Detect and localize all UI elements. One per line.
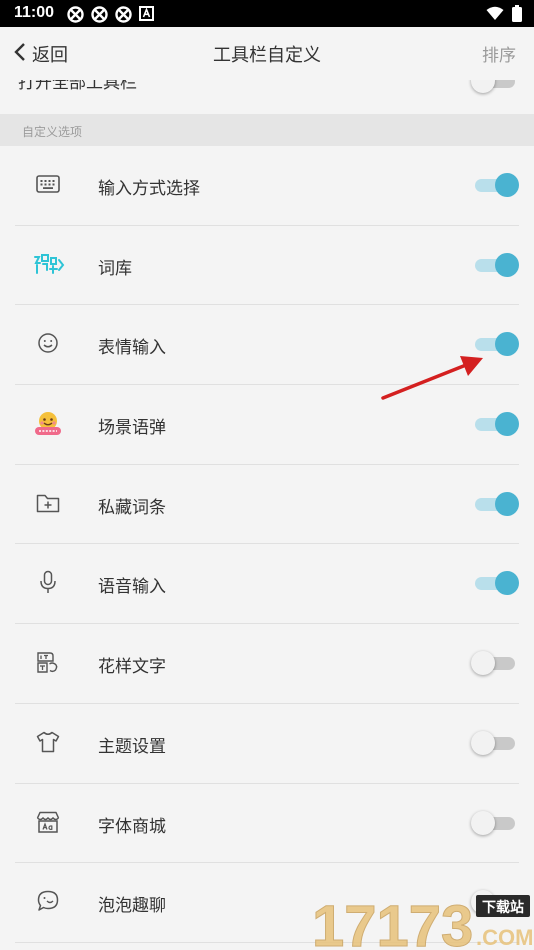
toggle-knob [495, 571, 519, 596]
private-words-toggle[interactable] [471, 491, 519, 517]
theme-settings-toggle[interactable] [471, 730, 519, 756]
list-item-input-method[interactable]: 输入方式选择 [15, 146, 519, 226]
toggle-knob [471, 810, 495, 835]
title-bar: 返回 工具栏自定义 排序 [0, 27, 534, 81]
font-store-toggle[interactable] [471, 810, 519, 836]
list-item-label: 主题设置 [98, 736, 166, 757]
list-item-voice-input[interactable]: 语音输入 [15, 544, 519, 625]
list-item-emoji-input[interactable]: 表情输入 [15, 305, 519, 386]
tshirt-icon [35, 729, 61, 755]
voice-input-toggle[interactable] [471, 570, 519, 596]
list-item-label: 输入方式选择 [98, 179, 200, 199]
notification-icons [67, 6, 156, 23]
bubble-chat-toggle[interactable] [471, 889, 519, 915]
folder-plus-icon [35, 490, 61, 516]
toggle-knob [471, 651, 495, 676]
app-notification-icon [115, 6, 132, 23]
emoji-input-toggle[interactable] [471, 331, 519, 357]
list-item-label: 泡泡趣聊 [98, 896, 166, 917]
open-all-toggle[interactable] [471, 80, 519, 94]
back-button[interactable]: 返回 [14, 41, 68, 67]
list-item-label: 表情输入 [98, 338, 166, 359]
options-list: 输入方式选择 词库 表情输入 场景语弹 私藏词条 语音输入 花样文字 主题设置 [0, 146, 534, 943]
app-a-icon [139, 6, 156, 23]
toggle-knob [471, 80, 495, 93]
page-title: 工具栏自定义 [213, 45, 321, 66]
sort-button[interactable]: 排序 [482, 41, 516, 66]
fancy-text-icon [35, 649, 61, 675]
toggle-knob [495, 491, 519, 516]
toggle-knob [471, 890, 495, 915]
battery-icon [512, 5, 522, 26]
list-item-fancy-text[interactable]: 花样文字 [15, 624, 519, 704]
list-item-label: 词库 [98, 258, 132, 279]
scene-emoji-icon [33, 410, 63, 436]
list-item-label: 场景语弹 [98, 418, 166, 439]
status-right [486, 5, 522, 26]
open-all-toolbar-label: 打开全部工具栏 [18, 80, 137, 93]
toggle-knob [495, 173, 519, 197]
fancy-text-toggle[interactable] [471, 650, 519, 676]
list-item-label: 花样文字 [98, 657, 166, 678]
list-item-label: 私藏词条 [98, 497, 166, 518]
chevron-left-icon [14, 42, 26, 67]
toggle-knob [495, 332, 519, 357]
toggle-knob [471, 730, 495, 755]
status-time: 11:00 [14, 4, 55, 21]
list-item-font-store[interactable]: 字体商城 [15, 784, 519, 864]
back-label: 返回 [32, 45, 68, 66]
section-header: 自定义选项 [0, 114, 534, 146]
list-item-bubble-chat[interactable]: 泡泡趣聊 [15, 863, 519, 943]
font-store-icon [35, 809, 61, 835]
list-item-scene-emoji[interactable]: 场景语弹 [15, 385, 519, 465]
toggle-knob [495, 252, 519, 277]
list-item-private-words[interactable]: 私藏词条 [15, 465, 519, 545]
list-item-label: 语音输入 [98, 577, 166, 598]
keyboard-icon [35, 171, 61, 197]
list-item-theme-settings[interactable]: 主题设置 [15, 704, 519, 784]
microphone-icon [35, 569, 61, 595]
ciku-toggle[interactable] [471, 252, 519, 278]
open-all-toolbar-row[interactable]: 打开全部工具栏 [0, 80, 534, 114]
list-item-label: 字体商城 [98, 816, 166, 837]
bubble-chat-icon [35, 888, 61, 914]
wifi-icon [486, 6, 504, 25]
app-notification-icon [67, 6, 84, 23]
app-notification-icon [91, 6, 108, 23]
scene-emoji-toggle[interactable] [471, 411, 519, 437]
toggle-knob [495, 412, 519, 437]
ciku-logo-icon [33, 251, 65, 277]
smiley-icon [35, 330, 61, 356]
list-item-ciku[interactable]: 词库 [15, 226, 519, 306]
section-title: 自定义选项 [22, 125, 83, 139]
status-bar: 11:00 [0, 0, 534, 27]
input-method-toggle[interactable] [471, 172, 519, 198]
